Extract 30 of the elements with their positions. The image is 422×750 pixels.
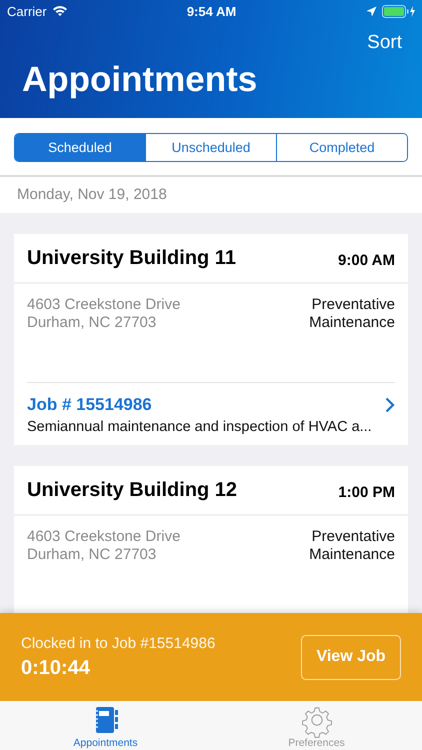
service-type: Preventative [310,528,395,546]
status-time: 9:54 AM [186,4,236,18]
appointment-time: 1:00 PM [338,482,395,500]
address-line: 4603 Creekstone Drive [27,296,180,314]
job-number[interactable]: Job # 15514986 [27,395,152,415]
address-line: Durham, NC 27703 [27,546,158,564]
building-name: University Building 12 [27,478,238,502]
service-type: Preventative [310,296,395,314]
elapsed-timer: 0:10:44 [21,656,91,680]
appointment-time: 9:00 AM [338,250,395,268]
segment-tab[interactable]: Completed [276,134,407,161]
appointment-card[interactable]: University Building 11 9:00 AM 4603 Creekstone Drive Durham, NC 27703 Preventative Maintenance Job # 15514986 Semiannual maintenance and inspection of HVAC a... [14,234,408,445]
building-name: University Building 11 [27,246,236,270]
page-title: Appointments [22,60,258,100]
service-type: Maintenance [309,314,395,332]
date-label: Monday, Nov 19, 2018 [17,186,167,203]
service-type: Maintenance [309,546,395,564]
battery-icon [382,4,416,18]
clock-in-message: Clocked in to Job #15514986 [21,634,216,652]
segment-tab[interactable]: Scheduled [15,134,145,161]
appointment-card[interactable]: University Building 12 1:00 PM 4603 Creekstone Drive Durham, NC 27703 Preventative Maintenance [14,466,408,613]
address-line: 4603 Creekstone Drive [27,528,180,546]
job-description: Semiannual maintenance and inspection of HVAC a... [27,419,373,435]
address-line: Durham, NC 27703 [27,314,158,332]
sort-button[interactable]: Sort [367,32,408,54]
location-icon [366,6,377,16]
carrier-label: Carrier [7,4,47,18]
chevron-icon [385,397,395,413]
wifi-icon [52,5,68,17]
tab-bar-item[interactable]: Appointments [0,701,211,750]
